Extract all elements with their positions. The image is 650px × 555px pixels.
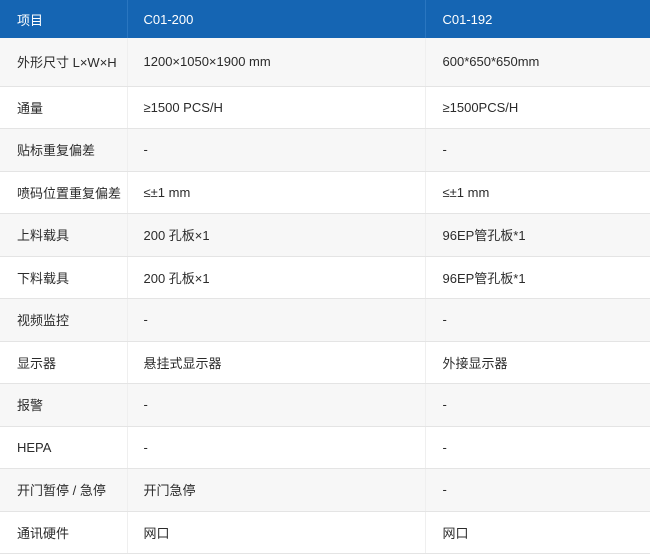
table-row: 报警 - - <box>0 383 650 427</box>
row-label: 显示器 <box>0 341 127 384</box>
spec-table: 项目 C01-200 C01-192 外形尺寸 L×W×H 1200×1050×… <box>0 0 650 554</box>
table-row: 贴标重复偏差 - - <box>0 128 650 172</box>
row-label: 喷码位置重复偏差 <box>0 171 127 214</box>
table-row: 外形尺寸 L×W×H 1200×1050×1900 mm 600*650*650… <box>0 38 650 87</box>
table-body: 外形尺寸 L×W×H 1200×1050×1900 mm 600*650*650… <box>0 38 650 554</box>
header-c01-200: C01-200 <box>126 0 425 38</box>
row-label: 上料载具 <box>0 213 127 257</box>
c01-192-value: 96EP管孔板*1 <box>424 213 650 257</box>
table-row: 通讯硬件 网口 网口 <box>0 511 650 554</box>
table-row: HEPA - - <box>0 426 650 469</box>
table-row: 上料载具 200 孔板×1 96EP管孔板*1 <box>0 213 650 257</box>
c01-192-value: - <box>424 426 650 469</box>
c01-192-value: - <box>424 383 650 427</box>
header-row: 项目 C01-200 C01-192 <box>0 0 650 38</box>
c01-200-value: 网口 <box>126 511 425 554</box>
row-label: 报警 <box>0 383 127 427</box>
c01-200-value: 1200×1050×1900 mm <box>126 38 425 87</box>
c01-200-value: 悬挂式显示器 <box>126 341 425 384</box>
row-label: 通量 <box>0 86 127 129</box>
table-row: 下料载具 200 孔板×1 96EP管孔板*1 <box>0 256 650 299</box>
table-row: 开门暂停 / 急停 开门急停 - <box>0 468 650 512</box>
c01-192-value: ≥1500PCS/H <box>424 86 650 129</box>
c01-192-value: - <box>424 298 650 342</box>
c01-200-value: - <box>126 298 425 342</box>
row-label: HEPA <box>0 426 127 469</box>
c01-192-value: - <box>424 128 650 172</box>
c01-200-value: ≤±1 mm <box>126 171 425 214</box>
c01-192-value: 外接显示器 <box>424 341 650 384</box>
c01-200-value: 开门急停 <box>126 468 425 512</box>
c01-192-value: 网口 <box>424 511 650 554</box>
c01-200-value: 200 孔板×1 <box>126 256 425 299</box>
row-label: 通讯硬件 <box>0 511 127 554</box>
table-header: 项目 C01-200 C01-192 <box>0 0 650 38</box>
table-row: 显示器 悬挂式显示器 外接显示器 <box>0 341 650 384</box>
table-row: 通量 ≥1500 PCS/H ≥1500PCS/H <box>0 86 650 129</box>
c01-200-value: - <box>126 383 425 427</box>
c01-200-value: 200 孔板×1 <box>126 213 425 257</box>
c01-200-value: - <box>126 128 425 172</box>
c01-192-value: - <box>424 468 650 512</box>
row-label: 贴标重复偏差 <box>0 128 127 172</box>
c01-200-value: ≥1500 PCS/H <box>126 86 425 129</box>
header-c01-192: C01-192 <box>424 0 650 38</box>
c01-192-value: ≤±1 mm <box>424 171 650 214</box>
c01-192-value: 600*650*650mm <box>424 38 650 87</box>
row-label: 下料载具 <box>0 256 127 299</box>
c01-192-value: 96EP管孔板*1 <box>424 256 650 299</box>
row-label: 开门暂停 / 急停 <box>0 468 127 512</box>
table-row: 视频监控 - - <box>0 298 650 342</box>
row-label: 视频监控 <box>0 298 127 342</box>
header-item: 项目 <box>17 12 44 28</box>
row-label: 外形尺寸 L×W×H <box>0 38 127 87</box>
c01-200-value: - <box>126 426 425 469</box>
table-row: 喷码位置重复偏差 ≤±1 mm ≤±1 mm <box>0 171 650 214</box>
